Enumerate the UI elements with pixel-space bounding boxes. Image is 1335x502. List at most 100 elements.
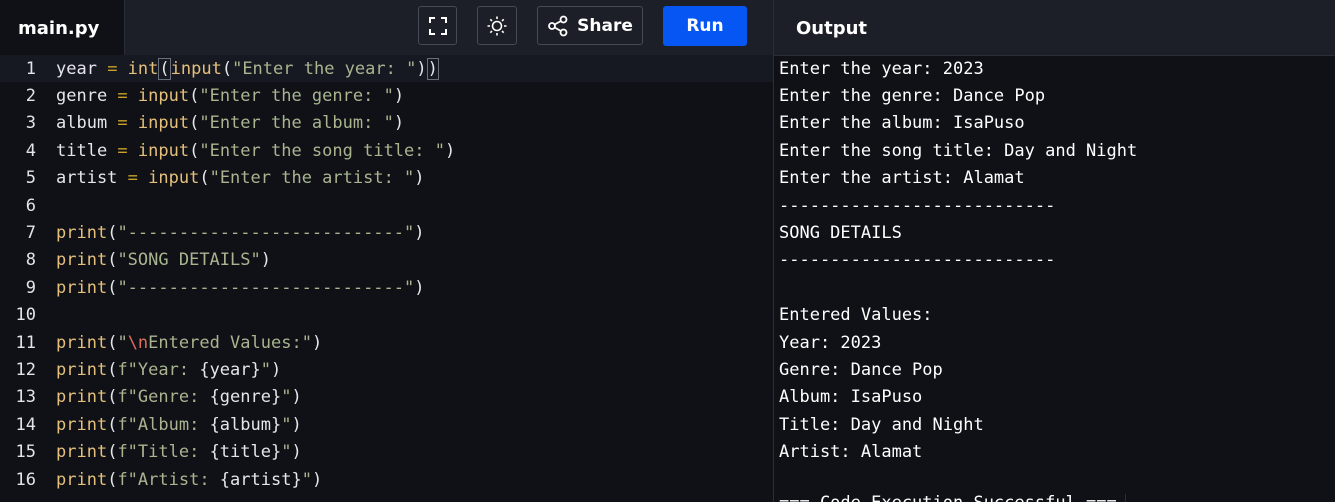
code-token: ( [107,469,118,490]
code-token: input [148,168,200,189]
code-editor[interactable]: 1 year = int(input("Enter the year: ")) 2 g… [0,55,773,502]
code-token: ( [107,223,118,244]
code-token: year [56,58,97,79]
output-panel: === Code Execution Successful === Enter … [773,56,1335,502]
code-token: ( [107,250,118,271]
line-number: 14 [15,414,36,435]
output-line: Album: IsaPuso [779,387,923,408]
code-line[interactable]: 1 year = int(input("Enter the year: ")) [0,55,773,83]
code-line[interactable]: 8 print("SONG DETAILS") [0,247,773,274]
code-token: ( [107,277,118,298]
output-line: SONG DETAILS [779,223,902,244]
code-token: " [117,332,128,353]
code-token: f"Album: [117,414,210,435]
code-text: print("SONG DETAILS") [56,250,271,270]
code-line[interactable]: 11 print("\nEntered Values:") [0,329,773,356]
code-token: ) [416,58,427,79]
output-line: Year: 2023 [779,332,882,353]
code-text: year = int(input("Enter the year: ")) [56,57,439,80]
file-tab-main[interactable]: main.py [0,0,125,56]
code-token: ) [426,57,439,80]
line-number: 7 [25,223,36,244]
run-button[interactable]: Run [663,6,747,46]
code-line[interactable]: 6 [0,192,773,219]
code-token: " [301,469,312,490]
output-line: Title: Day and Night [779,414,984,435]
code-token: "---------------------------" [117,277,415,298]
code-token: print [56,414,108,435]
theme-toggle-button[interactable] [477,6,517,45]
code-line[interactable]: 5 artist = input("Enter the artist: ") [0,165,773,192]
code-token: "Enter the song title: " [199,140,445,161]
code-text: artist = input("Enter the artist: ") [56,168,425,188]
fullscreen-button[interactable] [418,6,457,45]
code-token: genre [56,86,108,107]
code-token: \n [127,332,149,353]
code-token: ) [311,332,323,353]
code-line[interactable]: 15 print(f"Title: {title}") [0,439,773,466]
code-text: print(f"Year: {year}") [56,360,281,380]
line-number: 3 [25,113,36,134]
code-token: ) [414,277,425,298]
code-line[interactable]: 9 print("---------------------------") [0,274,773,301]
code-token: ( [107,442,118,463]
code-token: ) [414,223,425,244]
code-token: ) [271,360,282,381]
code-line[interactable]: 12 print(f"Year: {year}") [0,356,773,383]
code-line[interactable]: 13 print(f"Genre: {genre}") [0,384,773,411]
code-line[interactable]: 10 [0,302,773,329]
code-token: = [107,86,138,107]
code-token: ) [311,469,323,490]
code-token: f"Genre: [117,387,210,408]
code-text: print("---------------------------") [56,223,425,243]
share-button[interactable]: Share [537,6,643,45]
code-token: ( [107,414,118,435]
code-token: ( [189,140,200,161]
code-token: ( [189,86,200,107]
code-line[interactable]: 3 album = input("Enter the album: ") [0,110,773,137]
code-token: {artist} [219,469,302,490]
code-token: ( [189,113,200,134]
code-text: print(f"Title: {title}") [56,442,302,462]
code-token: {year} [199,360,261,381]
code-line[interactable]: 7 print("---------------------------") [0,219,773,246]
code-token: ) [393,113,405,134]
line-number: 15 [15,442,36,463]
code-token: ( [158,57,171,80]
code-line[interactable]: 16 print(f"Artist: {artist}") [0,466,773,493]
code-token: ) [291,387,302,408]
output-line: Entered Values: [779,305,933,326]
code-text: print("---------------------------") [56,278,425,298]
code-token: ( [107,360,118,381]
code-token: ) [260,250,271,271]
code-token: " [281,387,292,408]
code-token: input [137,140,190,161]
output-line: Enter the song title: Day and Night [779,140,1138,161]
code-token: ) [393,86,405,107]
code-token: print [56,442,108,463]
output-line: Genre: Dance Pop [779,360,943,381]
code-token: {genre} [209,387,282,408]
line-number: 16 [15,469,36,490]
code-token: print [56,387,108,408]
share-icon [548,15,568,36]
code-token: print [56,277,108,298]
code-text: print("\nEntered Values:") [56,333,322,353]
code-token: f"Artist: [117,469,220,490]
output-line: Enter the album: IsaPuso [779,113,1025,134]
code-token: " [281,414,292,435]
code-token: print [56,250,108,271]
code-line[interactable]: 14 print(f"Album: {album}") [0,411,773,438]
code-line[interactable]: 2 genre = input("Enter the genre: ") [0,82,773,109]
code-token: print [56,332,108,353]
code-token: "Enter the year: " [232,58,417,79]
code-token: album [56,113,108,134]
output-scroll-divider [1125,494,1126,502]
line-number: 1 [25,58,36,79]
line-number: 8 [25,250,36,271]
output-line: Enter the year: 2023 [779,58,984,79]
code-line[interactable]: 4 title = input("Enter the song title: ") [0,137,773,164]
code-token: ( [221,58,233,79]
output-status-line: === Code Execution Successful === [779,492,1299,502]
output-line: Enter the artist: Alamat [779,168,1025,189]
